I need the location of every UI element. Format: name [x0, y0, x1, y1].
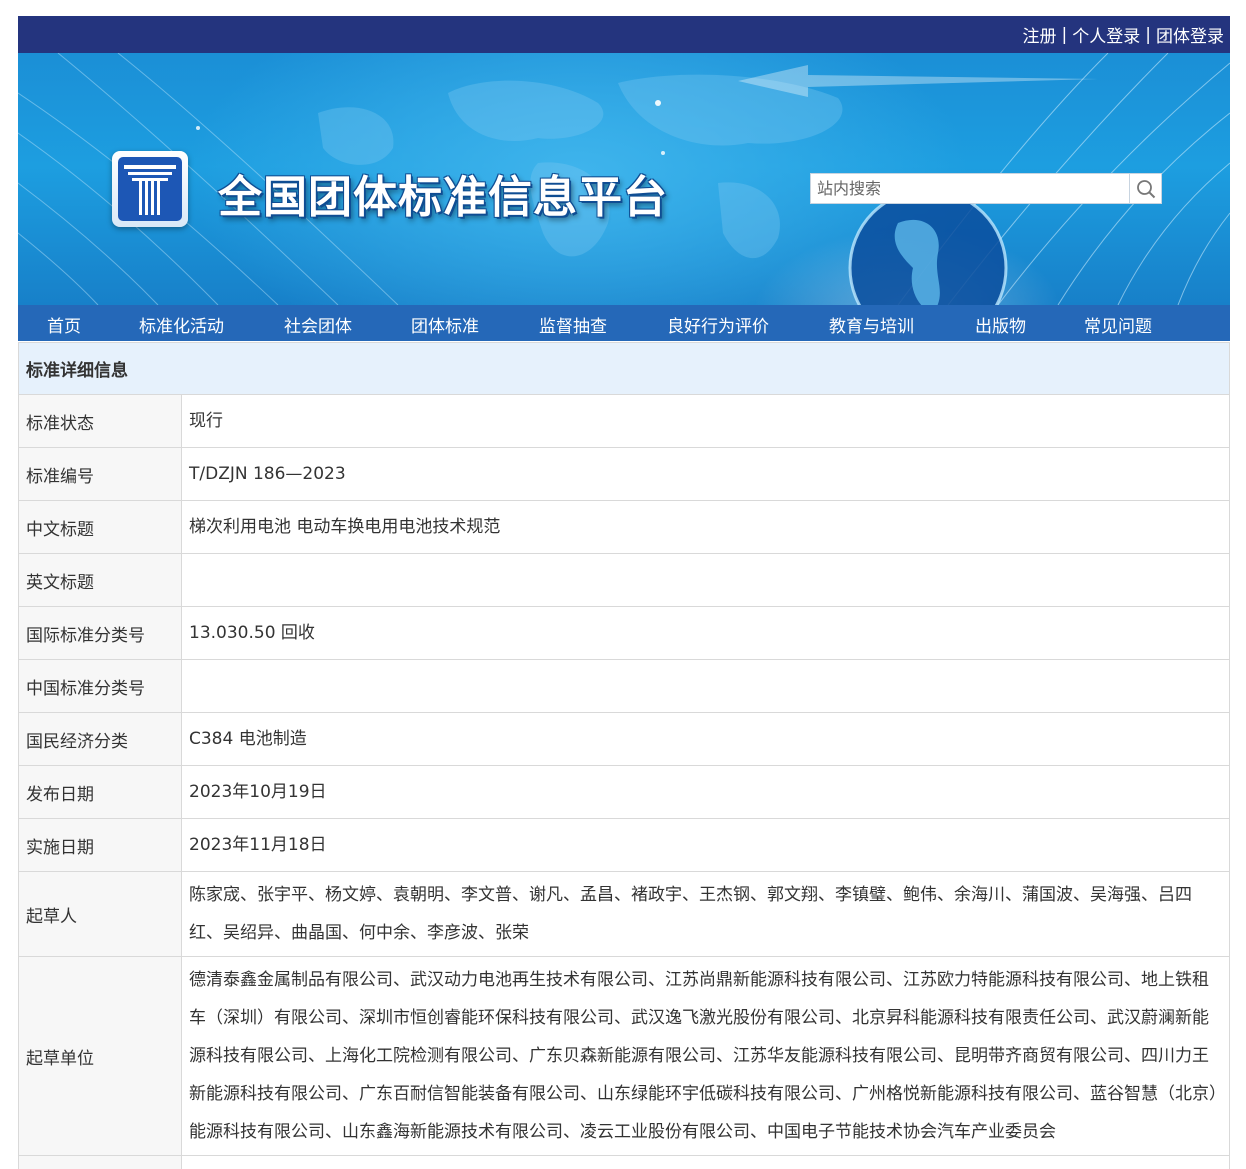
- nav-group-standards[interactable]: 团体标准: [411, 312, 479, 337]
- row-value: 2023年10月19日: [181, 765, 1230, 819]
- nav-good-conduct-evaluation[interactable]: 良好行为评价: [667, 312, 769, 337]
- search-input[interactable]: [810, 173, 1130, 204]
- table-header-row: 标准详细信息: [18, 342, 1230, 395]
- top-bar: 注册 | 个人登录 | 团体登录: [18, 16, 1230, 53]
- row-value: 陈家宬、张宇平、杨文婷、袁朝明、李文普、谢凡、孟昌、褚政宇、王杰钢、郭文翔、李镇…: [181, 871, 1230, 957]
- row-value: C384 电池制造: [181, 712, 1230, 766]
- row-label: 中国标准分类号: [18, 659, 182, 713]
- table-row: 英文标题: [18, 553, 1230, 607]
- table-row: 国民经济分类 C384 电池制造: [18, 712, 1230, 766]
- nav-publications[interactable]: 出版物: [975, 312, 1026, 337]
- row-label: [18, 1155, 182, 1169]
- row-label: 实施日期: [18, 818, 182, 872]
- group-login-link[interactable]: 团体登录: [1156, 22, 1224, 47]
- row-label: 中文标题: [18, 500, 182, 554]
- page: 注册 | 个人登录 | 团体登录 全国团体标准信息平台 站内搜索 首页 标准化活…: [18, 16, 1230, 1169]
- nav-faq[interactable]: 常见问题: [1084, 312, 1152, 337]
- nav-home[interactable]: 首页: [47, 312, 81, 337]
- row-value: [181, 659, 1230, 713]
- table-row: 国际标准分类号 13.030.50 回收: [18, 606, 1230, 660]
- row-value: [181, 1155, 1230, 1169]
- nav-supervision-inspection[interactable]: 监督抽查: [539, 312, 607, 337]
- nav-education-training[interactable]: 教育与培训: [829, 312, 914, 337]
- register-link[interactable]: 注册: [1023, 22, 1057, 47]
- separator: |: [1061, 24, 1068, 45]
- site-logo[interactable]: [112, 151, 188, 227]
- standard-detail-table: 标准详细信息 标准状态 现行 标准编号 T/DZJN 186—2023 中文标题…: [18, 342, 1230, 1169]
- table-row: 发布日期 2023年10月19日: [18, 765, 1230, 819]
- row-label: 起草单位: [18, 956, 182, 1156]
- header-banner: 全国团体标准信息平台: [18, 53, 1230, 305]
- table-row: 起草单位 德清泰鑫金属制品有限公司、武汉动力电池再生技术有限公司、江苏尚鼎新能源…: [18, 956, 1230, 1156]
- table-row: 标准编号 T/DZJN 186—2023: [18, 447, 1230, 501]
- search-icon: [1136, 179, 1155, 198]
- site-title: 全国团体标准信息平台: [218, 172, 668, 223]
- row-value: 现行: [181, 394, 1230, 448]
- nav-social-groups[interactable]: 社会团体: [284, 312, 352, 337]
- search-box: [810, 173, 1162, 204]
- row-label: 国民经济分类: [18, 712, 182, 766]
- separator: |: [1145, 24, 1151, 45]
- row-label: 国际标准分类号: [18, 606, 182, 660]
- row-label: 标准编号: [18, 447, 182, 501]
- table-row: 实施日期 2023年11月18日: [18, 818, 1230, 872]
- logo-icon: [124, 165, 176, 215]
- row-value: [181, 553, 1230, 607]
- table-row: 标准状态 现行: [18, 394, 1230, 448]
- row-label: 发布日期: [18, 765, 182, 819]
- search-button[interactable]: [1130, 173, 1162, 204]
- row-label: 标准状态: [18, 394, 182, 448]
- table-row: 中国标准分类号: [18, 659, 1230, 713]
- row-value: 13.030.50 回收: [181, 606, 1230, 660]
- row-value: 梯次利用电池 电动车换电用电池技术规范: [181, 500, 1230, 554]
- personal-login-link[interactable]: 个人登录: [1072, 22, 1140, 47]
- nav-standardization-activities[interactable]: 标准化活动: [139, 312, 224, 337]
- section-title: 标准详细信息: [18, 342, 1230, 395]
- main-nav: 首页 标准化活动 社会团体 团体标准 监督抽查 良好行为评价 教育与培训 出版物…: [18, 305, 1230, 341]
- table-row: 起草人 陈家宬、张宇平、杨文婷、袁朝明、李文普、谢凡、孟昌、褚政宇、王杰钢、郭文…: [18, 871, 1230, 957]
- row-label: 英文标题: [18, 553, 182, 607]
- table-row: [18, 1155, 1230, 1169]
- table-row: 中文标题 梯次利用电池 电动车换电用电池技术规范: [18, 500, 1230, 554]
- row-label: 起草人: [18, 871, 182, 957]
- row-value: 2023年11月18日: [181, 818, 1230, 872]
- row-value: 德清泰鑫金属制品有限公司、武汉动力电池再生技术有限公司、江苏尚鼎新能源科技有限公…: [181, 956, 1230, 1156]
- row-value: T/DZJN 186—2023: [181, 447, 1230, 501]
